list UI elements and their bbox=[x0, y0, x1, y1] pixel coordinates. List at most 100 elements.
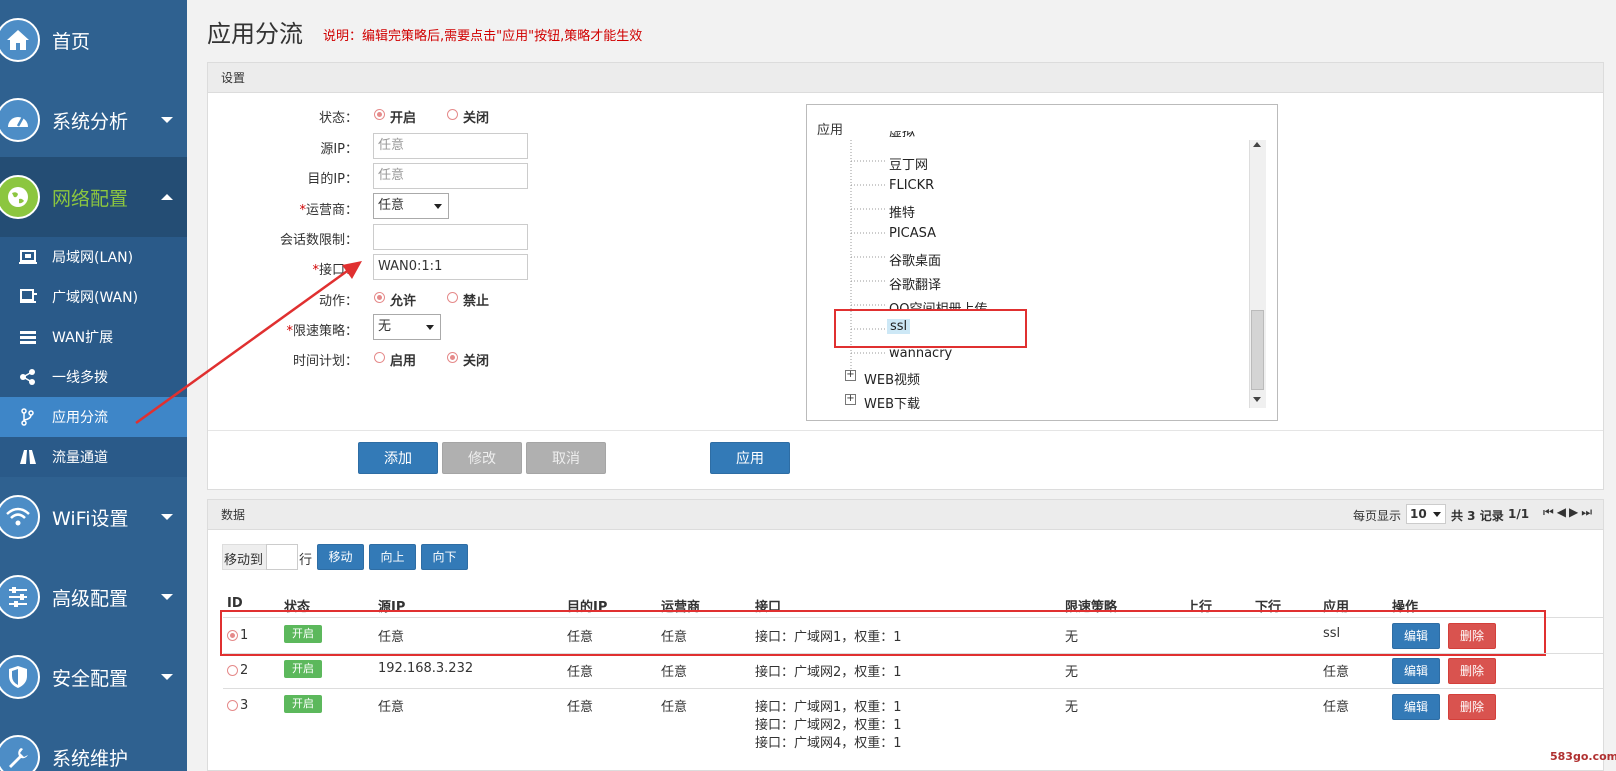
expand-plus-icon[interactable]: + bbox=[845, 370, 856, 381]
action-deny-radio[interactable] bbox=[447, 292, 458, 303]
row-label: 行 bbox=[299, 553, 313, 568]
interface-input[interactable]: WAN0:1:1 bbox=[373, 254, 528, 280]
menu-advanced[interactable]: 高级配置 bbox=[0, 557, 187, 637]
wifi-icon bbox=[0, 495, 40, 539]
expand-plus-icon[interactable]: + bbox=[845, 394, 856, 405]
schedule-on-radio[interactable] bbox=[374, 352, 385, 363]
menu-maintenance-label: 系统维护 bbox=[52, 747, 129, 770]
session-limit-label: 会话数限制： bbox=[279, 233, 358, 248]
cell-interface: 接口：广域网1，权重：1 bbox=[755, 700, 902, 715]
row-divider bbox=[223, 688, 1604, 689]
per-page-select[interactable]: 10 bbox=[1406, 504, 1446, 524]
src-ip-input[interactable]: 任意 bbox=[373, 133, 528, 159]
isp-label-text: 运营商： bbox=[305, 203, 358, 218]
pagination-icons[interactable]: ⏮◀▶⏭ bbox=[1543, 505, 1595, 520]
page-note: 说明：编辑完策略后,需要点击"应用"按钮,策略才能生效 bbox=[323, 29, 643, 44]
scroll-down-icon[interactable] bbox=[1253, 397, 1261, 402]
menu-home[interactable]: 首页 bbox=[0, 0, 187, 80]
schedule-off-radio[interactable] bbox=[447, 352, 458, 363]
apply-button[interactable]: 应用 bbox=[710, 442, 790, 474]
menu-wifi-label: WiFi设置 bbox=[52, 507, 129, 530]
row-select-radio[interactable] bbox=[227, 700, 238, 711]
dst-ip-input[interactable]: 任意 bbox=[373, 163, 528, 189]
move-down-button[interactable]: 向下 bbox=[421, 544, 468, 570]
status-off-label: 关闭 bbox=[463, 111, 490, 126]
sliders-icon bbox=[0, 575, 40, 619]
isp-select-value: 任意 bbox=[378, 198, 405, 213]
dst-ip-label: 目的IP： bbox=[307, 172, 358, 187]
tree-group[interactable]: WEB视频 bbox=[864, 369, 920, 388]
annotation-arrow bbox=[135, 261, 362, 425]
move-up-button[interactable]: 向上 bbox=[369, 544, 416, 570]
chevron-down-icon bbox=[161, 117, 173, 123]
tree-item[interactable]: 谷歌桌面 bbox=[889, 250, 941, 269]
status-label: 状态： bbox=[318, 111, 358, 126]
cell-app: 任意 bbox=[1323, 700, 1350, 715]
shield-icon bbox=[0, 655, 40, 699]
chevron-down-icon bbox=[426, 325, 434, 330]
list-icon bbox=[20, 331, 36, 344]
menu-advanced-label: 高级配置 bbox=[52, 587, 129, 610]
tree-item[interactable]: wannacry bbox=[889, 346, 952, 361]
branch-icon bbox=[21, 408, 34, 426]
action-allow-radio[interactable] bbox=[374, 292, 385, 303]
tree-item[interactable]: PICASA bbox=[889, 226, 936, 241]
menu-home-label: 首页 bbox=[52, 30, 91, 53]
session-limit-input[interactable] bbox=[373, 224, 528, 250]
road-icon bbox=[20, 450, 36, 464]
action-allow-label: 允许 bbox=[390, 294, 417, 309]
status-off-radio[interactable] bbox=[447, 109, 458, 120]
edit-button[interactable]: 编辑 bbox=[1392, 658, 1440, 684]
limit-policy-select[interactable]: 无 bbox=[373, 314, 441, 340]
cell-limit: 无 bbox=[1065, 665, 1079, 680]
cell-src-ip: 192.168.3.232 bbox=[378, 661, 474, 676]
menu-network-config[interactable]: 网络配置 bbox=[0, 157, 187, 237]
isp-label: *运营商： bbox=[218, 199, 358, 218]
home-icon bbox=[0, 18, 40, 62]
tree-item[interactable]: 豆丁网 bbox=[889, 154, 928, 173]
chevron-down-icon bbox=[434, 204, 442, 209]
watermark: 583go.com bbox=[1550, 750, 1616, 763]
cell-src-ip: 任意 bbox=[378, 700, 405, 715]
tree-scroll-thumb[interactable] bbox=[1251, 310, 1264, 390]
cell-isp: 任意 bbox=[661, 665, 688, 680]
share-icon bbox=[20, 369, 35, 385]
status-on-label: 开启 bbox=[390, 111, 417, 126]
menu-security[interactable]: 安全配置 bbox=[0, 637, 187, 717]
row-id: 3 bbox=[240, 698, 249, 713]
chevron-up-icon bbox=[161, 194, 173, 200]
move-to-input[interactable] bbox=[266, 544, 298, 570]
delete-button[interactable]: 删除 bbox=[1448, 658, 1496, 684]
tree-item[interactable]: 谷歌翻译 bbox=[889, 274, 941, 293]
cancel-button[interactable]: 取消 bbox=[526, 442, 606, 474]
modify-button[interactable]: 修改 bbox=[442, 442, 522, 474]
tree-group[interactable]: WEB下载 bbox=[864, 393, 920, 412]
col-header: ID bbox=[227, 596, 243, 611]
status-on-radio[interactable] bbox=[374, 109, 385, 120]
menu-maintenance[interactable]: 系统维护 bbox=[0, 717, 187, 771]
annotation-highlight-row bbox=[220, 610, 1546, 656]
add-button[interactable]: 添加 bbox=[358, 442, 438, 474]
tree-item[interactable]: FLICKR bbox=[889, 178, 934, 193]
cell-interface: 接口：广域网2，权重：1 bbox=[755, 718, 902, 733]
tree-item[interactable]: 虚拟 bbox=[889, 131, 915, 140]
row-id: 2 bbox=[240, 663, 249, 678]
menu-system-analysis[interactable]: 系统分析 bbox=[0, 80, 187, 160]
edit-button[interactable]: 编辑 bbox=[1392, 694, 1440, 720]
src-ip-label: 源IP： bbox=[320, 142, 358, 157]
cell-interface: 接口：广域网4，权重：1 bbox=[755, 736, 902, 751]
isp-select[interactable]: 任意 bbox=[373, 193, 449, 219]
chevron-down-icon bbox=[1433, 512, 1441, 517]
sidebar-item-traffic-channel[interactable]: 流量通道 bbox=[0, 437, 187, 477]
limit-policy-select-value: 无 bbox=[378, 319, 392, 334]
menu-network-config-label: 网络配置 bbox=[52, 187, 129, 210]
row-divider bbox=[223, 653, 1604, 654]
tree-item[interactable]: 推特 bbox=[889, 202, 915, 221]
cell-limit: 无 bbox=[1065, 700, 1079, 715]
action-deny-label: 禁止 bbox=[463, 294, 490, 309]
delete-button[interactable]: 删除 bbox=[1448, 694, 1496, 720]
move-button[interactable]: 移动 bbox=[317, 544, 364, 570]
scroll-up-icon[interactable] bbox=[1253, 142, 1261, 147]
row-select-radio[interactable] bbox=[227, 665, 238, 676]
menu-wifi[interactable]: WiFi设置 bbox=[0, 477, 187, 557]
